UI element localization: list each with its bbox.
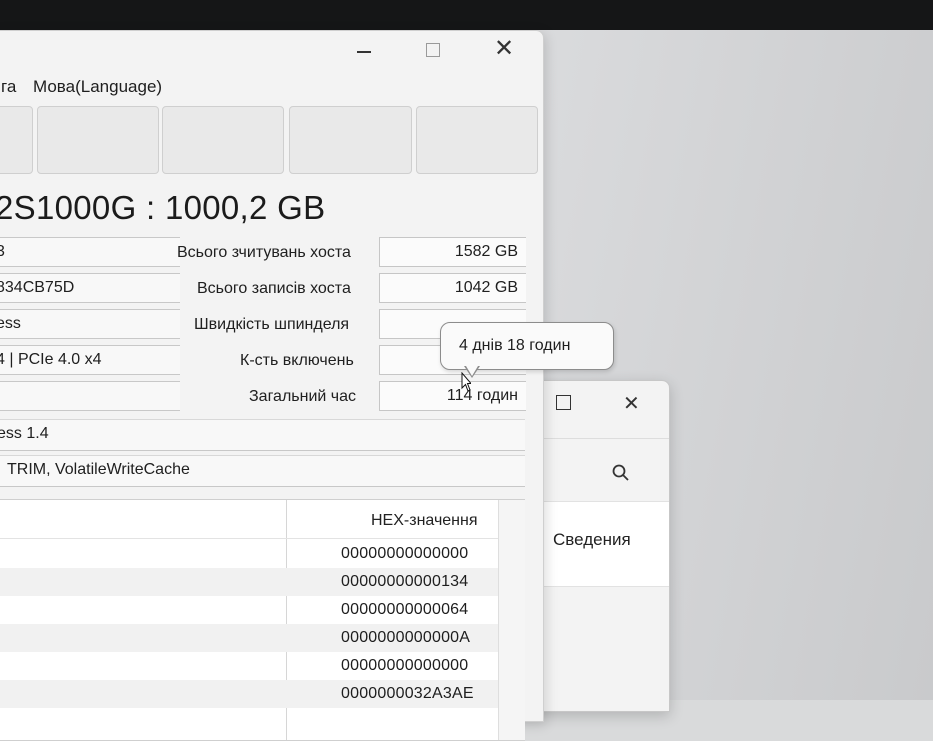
details-label: Сведения — [553, 530, 631, 549]
hex-value: 00000000000134 — [341, 573, 469, 590]
table-row[interactable]: 00000000000000 — [0, 652, 498, 680]
hex-value: 0000000032A3AE — [341, 685, 474, 702]
host-writes-field: 1042 GB — [379, 273, 526, 303]
host-reads-field: 1582 GB — [379, 237, 526, 267]
hex-value: 00000000000064 — [341, 601, 469, 618]
host-writes-label: Всього записів хоста — [197, 280, 351, 297]
drive-tab-button[interactable] — [37, 106, 159, 174]
drive-tab-button[interactable] — [162, 106, 284, 174]
table-row[interactable]: 0000000032A3AE — [0, 680, 498, 708]
table-row[interactable]: 00000000000064 — [0, 596, 498, 624]
maximize-icon[interactable] — [556, 395, 571, 410]
tooltip-text: 4 днів 18 годин — [459, 337, 571, 354]
table-scrollbar[interactable] — [498, 500, 525, 740]
title-bar[interactable]: ✕ — [0, 31, 543, 73]
standard-field: ess 1.4 — [0, 419, 525, 451]
smart-attributes-table[interactable]: HEX-значення 00000000000000 000000000001… — [0, 499, 525, 741]
power-on-hours-value: 114 годин — [446, 387, 518, 404]
host-writes-value: 1042 GB — [454, 279, 518, 296]
close-icon[interactable]: ✕ — [494, 37, 514, 61]
features-field: TRIM, VolatileWriteCache — [0, 455, 525, 487]
menu-item-help[interactable]: га — [1, 77, 16, 97]
transfer-mode-field: 4 | PCIe 4.0 x4 — [0, 345, 180, 375]
drive-tab-button[interactable] — [0, 106, 33, 174]
table-row[interactable]: 00000000000000 — [0, 540, 498, 568]
minimize-icon[interactable] — [357, 51, 371, 53]
search-icon[interactable] — [611, 463, 631, 483]
drive-tab-button[interactable] — [416, 106, 538, 174]
power-on-time-tooltip: 4 днів 18 годин — [440, 322, 614, 370]
firmware-field: 3 — [0, 237, 180, 267]
power-on-hours-field[interactable]: 114 годин — [379, 381, 526, 411]
power-on-count-label: К-сть включень — [240, 352, 354, 369]
serial-number-field: 834CB75D — [0, 273, 180, 303]
hex-value: 00000000000000 — [341, 657, 469, 674]
hex-value: 00000000000000 — [341, 545, 469, 562]
drive-letter-field — [0, 381, 180, 411]
rotation-rate-label: Швидкість шпинделя — [194, 316, 350, 333]
host-reads-value: 1582 GB — [454, 243, 518, 260]
close-icon[interactable]: ✕ — [623, 391, 640, 416]
menu-bar: га Мова(Language) — [0, 75, 543, 101]
menu-item-language[interactable]: Мова(Language) — [33, 77, 162, 97]
hex-column-header[interactable]: HEX-значення — [371, 512, 478, 530]
monitor-bezel — [0, 0, 933, 30]
hex-value: 0000000000000A — [341, 629, 471, 646]
drive-tab-button[interactable] — [289, 106, 412, 174]
mouse-cursor-icon — [461, 372, 471, 392]
drive-title: 2S1000G : 1000,2 GB — [0, 189, 326, 226]
power-on-hours-label: Загальний час — [249, 388, 357, 405]
table-row[interactable]: 0000000000000A — [0, 624, 498, 652]
maximize-icon[interactable] — [426, 43, 440, 57]
table-row[interactable]: 00000000000134 — [0, 568, 498, 596]
header-divider — [0, 538, 498, 539]
host-reads-label: Всього зчитувань хоста — [177, 244, 351, 261]
interface-field: ess — [0, 309, 180, 339]
